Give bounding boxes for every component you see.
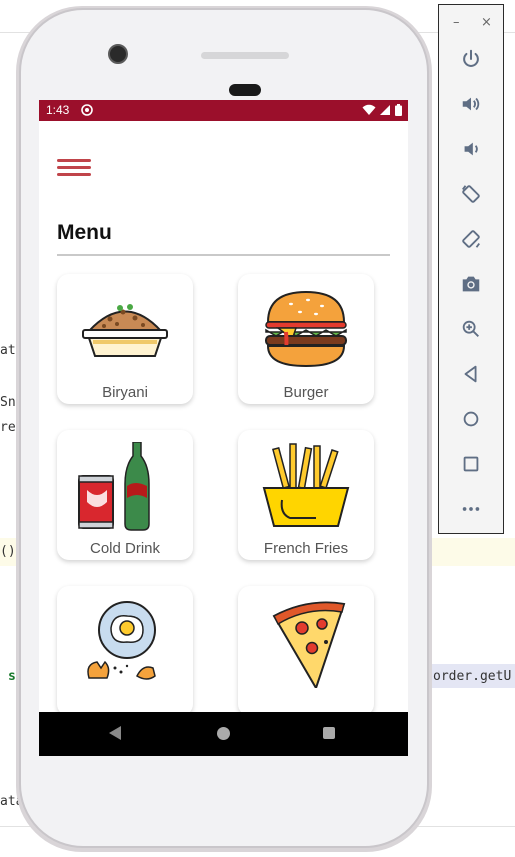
ide-code-fragment: s bbox=[8, 669, 16, 684]
menu-item-label: Burger bbox=[283, 384, 329, 401]
sync-icon bbox=[81, 104, 93, 116]
menu-item-biryani[interactable]: Biryani bbox=[57, 274, 193, 404]
menu-item-french-fries[interactable]: French Fries bbox=[238, 430, 374, 560]
title-divider bbox=[57, 254, 390, 256]
camera-icon[interactable] bbox=[457, 270, 485, 298]
app-content: Menu Biryani Burger Cold Drink French Fr… bbox=[39, 121, 408, 716]
biryani-icon bbox=[82, 304, 168, 357]
home-icon[interactable] bbox=[457, 405, 485, 433]
front-camera bbox=[108, 44, 128, 64]
volume-up-icon[interactable] bbox=[457, 90, 485, 118]
nav-recents-icon[interactable] bbox=[323, 727, 335, 739]
zoom-icon[interactable] bbox=[457, 315, 485, 343]
menu-item-egg[interactable] bbox=[57, 586, 193, 716]
menu-item-cold-drink[interactable]: Cold Drink bbox=[57, 430, 193, 560]
nav-home-icon[interactable] bbox=[217, 727, 230, 740]
hamburger-icon[interactable] bbox=[57, 159, 93, 179]
menu-item-label: French Fries bbox=[263, 540, 349, 557]
signal-icon bbox=[380, 105, 390, 115]
menu-item-label: Cold Drink bbox=[89, 540, 161, 557]
close-button[interactable]: × bbox=[481, 15, 492, 31]
wifi-icon bbox=[362, 104, 376, 115]
burger-icon bbox=[265, 290, 347, 368]
menu-item-label: Biryani bbox=[102, 384, 148, 401]
ide-code-fragment: Sn bbox=[0, 395, 16, 410]
status-time: 1:43 bbox=[46, 103, 70, 117]
rotate-right-icon[interactable] bbox=[457, 225, 485, 253]
earpiece bbox=[229, 84, 261, 96]
status-bar: 1:43 bbox=[39, 100, 408, 121]
page-title: Menu bbox=[57, 221, 112, 244]
battery-icon bbox=[395, 104, 402, 116]
ide-code-fragment: () bbox=[0, 544, 16, 559]
power-icon[interactable] bbox=[457, 45, 485, 73]
emulator-toolbar: – × bbox=[438, 4, 504, 534]
menu-item-pizza[interactable] bbox=[238, 586, 374, 716]
speaker-grille bbox=[201, 52, 289, 59]
minimize-button[interactable]: – bbox=[453, 15, 460, 31]
nav-back-icon[interactable] bbox=[109, 726, 121, 740]
rotate-left-icon[interactable] bbox=[457, 180, 485, 208]
back-icon[interactable] bbox=[457, 360, 485, 388]
ide-code-fragment: order.getU bbox=[433, 669, 512, 684]
pizza-icon bbox=[272, 601, 346, 688]
phone-screen: 1:43 Menu Biryani Burger Cold Drink Fren… bbox=[39, 100, 408, 756]
french-fries-icon bbox=[262, 443, 350, 527]
android-nav-bar bbox=[39, 712, 408, 756]
menu-item-burger[interactable]: Burger bbox=[238, 274, 374, 404]
overview-icon[interactable] bbox=[457, 450, 485, 478]
cold-drink-icon bbox=[78, 442, 150, 531]
volume-down-icon[interactable] bbox=[457, 135, 485, 163]
egg-icon bbox=[87, 601, 156, 680]
more-icon[interactable] bbox=[457, 495, 485, 523]
